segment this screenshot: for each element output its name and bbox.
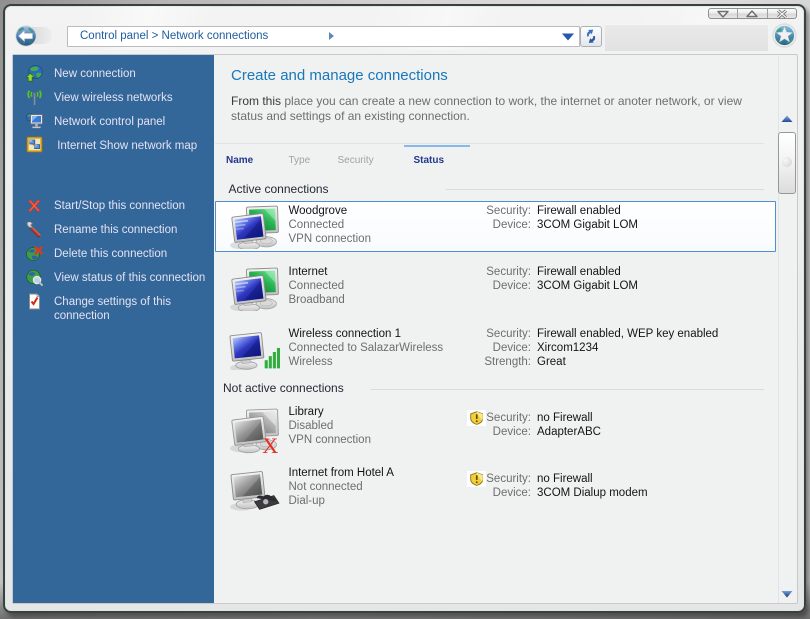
svg-text:X: X — [262, 433, 278, 456]
